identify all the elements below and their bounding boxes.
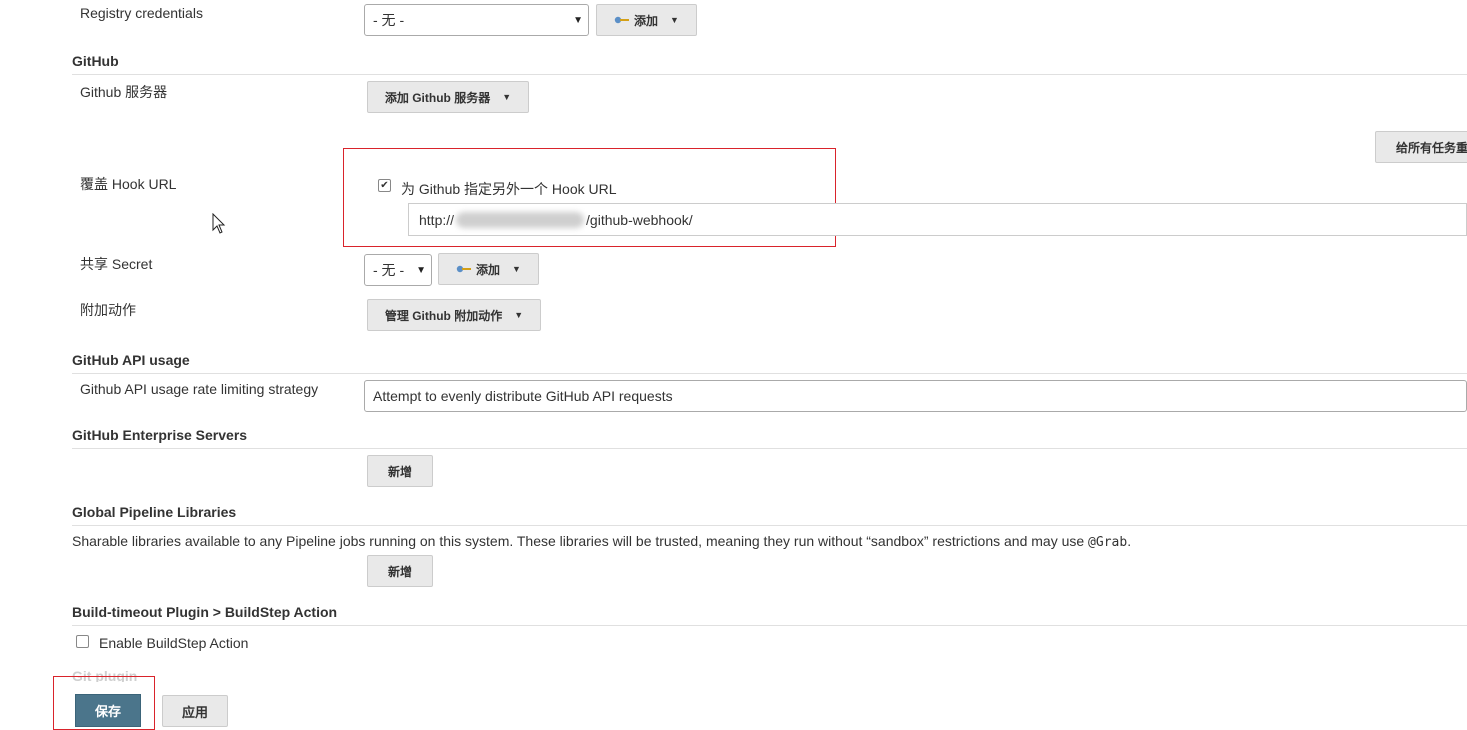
hook-url-prefix: http:// bbox=[419, 211, 455, 228]
enable-buildstep-label: Enable BuildStep Action bbox=[99, 635, 249, 651]
registry-credentials-value: - 无 - bbox=[373, 12, 405, 28]
api-usage-section-title: GitHub API usage bbox=[72, 352, 190, 368]
add-github-server-label: 添加 Github 服务器 bbox=[384, 90, 491, 105]
pipeline-libs-add-button[interactable]: 新增 bbox=[367, 555, 433, 587]
caret-down-icon: ▼ bbox=[514, 310, 524, 320]
hook-url-suffix: /github-webhook/ bbox=[586, 211, 693, 228]
registry-add-button[interactable]: 添加 ▼ bbox=[596, 4, 697, 36]
pipeline-libs-description-text: Sharable libraries available to any Pipe… bbox=[72, 533, 1085, 549]
build-timeout-section-title: Build-timeout Plugin > BuildStep Action bbox=[72, 604, 338, 620]
github-section-divider bbox=[72, 74, 1467, 75]
enterprise-add-button[interactable]: 新增 bbox=[367, 455, 433, 487]
pipeline-libs-description-end: . bbox=[1127, 533, 1132, 549]
shared-secret-select[interactable]: - 无 - ▼ bbox=[364, 254, 432, 286]
re-register-hooks-button[interactable]: 给所有任务重 bbox=[1375, 131, 1467, 163]
key-icon bbox=[456, 265, 472, 273]
registry-add-label: 添加 bbox=[634, 13, 659, 28]
additional-actions-label: 附加动作 bbox=[80, 302, 136, 318]
override-hook-checkbox-label: 为 Github 指定另外一个 Hook URL bbox=[401, 181, 617, 197]
pipeline-libs-divider bbox=[72, 525, 1467, 526]
registry-credentials-label: Registry credentials bbox=[80, 5, 203, 21]
caret-down-icon: ▼ bbox=[670, 15, 679, 25]
save-button[interactable]: 保存 bbox=[75, 694, 141, 727]
enable-buildstep-checkbox[interactable] bbox=[76, 635, 89, 648]
pipeline-libs-section-title: Global Pipeline Libraries bbox=[72, 504, 237, 520]
github-servers-label: Github 服务器 bbox=[80, 84, 168, 100]
caret-down-icon: ▼ bbox=[512, 264, 521, 274]
registry-credentials-select[interactable]: - 无 - ▼ bbox=[364, 4, 589, 36]
chevron-down-icon: ▼ bbox=[573, 14, 583, 26]
caret-down-icon: ▼ bbox=[502, 92, 512, 102]
mouse-cursor-icon bbox=[212, 212, 226, 238]
rate-limit-strategy-select[interactable]: Attempt to evenly distribute GitHub API … bbox=[364, 380, 1467, 412]
enterprise-add-label: 新增 bbox=[387, 464, 412, 479]
grab-code: @Grab bbox=[1088, 535, 1128, 550]
override-hook-checkbox[interactable]: ✔ bbox=[378, 179, 391, 192]
apply-button[interactable]: 应用 bbox=[162, 695, 228, 727]
rate-limit-strategy-value: Attempt to evenly distribute GitHub API … bbox=[373, 388, 673, 404]
shared-secret-label: 共享 Secret bbox=[80, 256, 153, 272]
key-icon bbox=[614, 16, 630, 24]
api-usage-divider bbox=[72, 373, 1467, 374]
add-github-server-button[interactable]: 添加 Github 服务器 ▼ bbox=[367, 81, 529, 113]
manage-github-actions-label: 管理 Github 附加动作 bbox=[384, 308, 503, 323]
redacted-host bbox=[456, 211, 585, 228]
pipeline-libs-add-label: 新增 bbox=[387, 564, 412, 579]
apply-label: 应用 bbox=[181, 704, 208, 720]
override-hook-url-label: 覆盖 Hook URL bbox=[80, 176, 177, 192]
manage-github-actions-button[interactable]: 管理 Github 附加动作 ▼ bbox=[367, 299, 541, 331]
chevron-down-icon: ▼ bbox=[416, 264, 426, 276]
hook-url-input[interactable]: http:// /github-webhook/ bbox=[408, 203, 1467, 236]
shared-secret-value: - 无 - bbox=[373, 262, 405, 278]
shared-secret-add-label: 添加 bbox=[476, 262, 501, 277]
rate-limit-strategy-label: Github API usage rate limiting strategy bbox=[80, 381, 319, 397]
github-section-title: GitHub bbox=[72, 53, 119, 69]
build-timeout-divider bbox=[72, 625, 1467, 626]
pipeline-libs-description: Sharable libraries available to any Pipe… bbox=[72, 533, 1131, 550]
re-register-hooks-label: 给所有任务重 bbox=[1396, 140, 1467, 155]
shared-secret-add-button[interactable]: 添加 ▼ bbox=[438, 253, 539, 285]
enterprise-divider bbox=[72, 448, 1467, 449]
enterprise-section-title: GitHub Enterprise Servers bbox=[72, 427, 248, 443]
